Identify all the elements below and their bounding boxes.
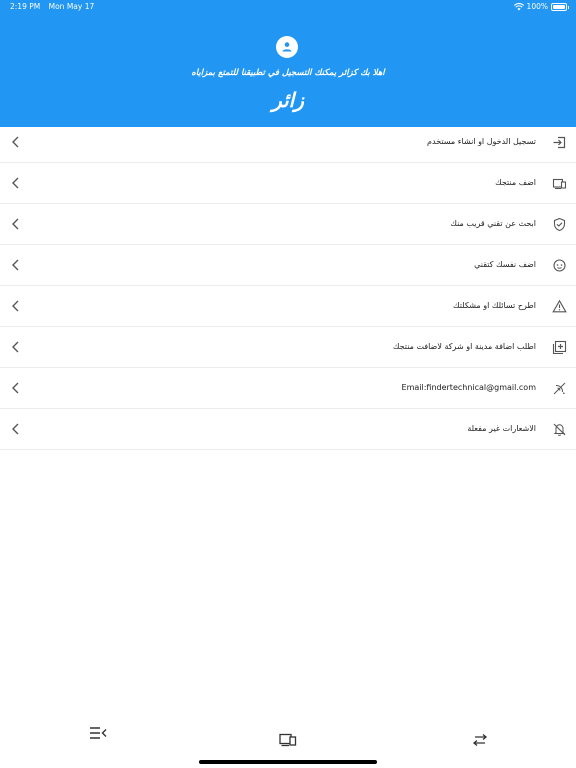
menu-item-label: تسجيل الدخول او انشاء مستخدم — [427, 137, 536, 146]
menu-item-label: ابحث عن تقني قريب منك — [450, 219, 536, 228]
menu-item-add-technician[interactable]: اضف نفسك كتقني — [0, 245, 576, 286]
menu-item-add-product[interactable]: اضف منتجك — [0, 163, 576, 204]
menu-item-email[interactable]: Email:findertechnical@gmail.com — [0, 368, 576, 409]
chevron-left-icon — [12, 423, 19, 435]
battery-icon — [551, 3, 569, 11]
menu-item-request-city[interactable]: اطلب اضافة مدينة او شركة لاضافت منتجك — [0, 327, 576, 368]
devices-icon[interactable] — [279, 733, 297, 747]
user-title: زائر — [272, 88, 304, 112]
add-box-icon — [552, 340, 567, 355]
face-icon — [553, 259, 566, 272]
battery-percent: 100% — [526, 2, 548, 11]
chevron-left-icon — [12, 136, 19, 148]
chevron-left-icon — [12, 259, 19, 271]
chevron-left-icon — [12, 300, 19, 312]
menu-item-label: اطلب اضافة مدينة او شركة لاضافت منتجك — [392, 342, 536, 351]
chevron-left-icon — [12, 177, 19, 189]
menu-item-label: اطرح تسائلك او مشكلتك — [453, 301, 536, 310]
shield-icon — [553, 217, 566, 232]
status-date: Mon May 17 — [48, 2, 95, 11]
status-bar: 2:19 PM Mon May 17 100% — [0, 0, 576, 14]
welcome-text: اهلا بك كزائر يمكنك التسجيل في تطبيقنا ل… — [191, 68, 385, 78]
menu-item-label: اضف منتجك — [495, 178, 536, 187]
status-time: 2:19 PM — [10, 2, 41, 11]
chevron-left-icon — [12, 341, 19, 353]
menu-item-find-technician[interactable]: ابحث عن تقني قريب منك — [0, 204, 576, 245]
menu-icon[interactable] — [89, 726, 107, 740]
email-signal-icon — [553, 382, 566, 395]
menu-item-label: اضف نفسك كتقني — [474, 260, 536, 269]
swap-icon[interactable] — [471, 733, 489, 747]
menu-list: تسجيل الدخول او انشاء مستخدم اضف منتجك ا… — [0, 122, 576, 450]
person-icon — [282, 42, 292, 52]
menu-item-notifications[interactable]: الاشعارات غير مفعلة — [0, 409, 576, 450]
chevron-left-icon — [12, 218, 19, 230]
menu-item-label: الاشعارات غير مفعلة — [467, 424, 536, 433]
avatar[interactable] — [276, 36, 298, 58]
login-icon — [553, 136, 566, 149]
warning-icon — [552, 299, 567, 313]
devices-icon — [552, 178, 567, 190]
notifications-off-icon — [553, 423, 566, 436]
header: 2:19 PM Mon May 17 100% اهلا بك كزائر يم… — [0, 0, 576, 127]
wifi-icon — [513, 3, 524, 11]
menu-item-label: Email:findertechnical@gmail.com — [401, 383, 536, 392]
menu-item-ask-question[interactable]: اطرح تسائلك او مشكلتك — [0, 286, 576, 327]
home-indicator — [199, 760, 377, 764]
chevron-left-icon — [12, 382, 19, 394]
menu-item-login[interactable]: تسجيل الدخول او انشاء مستخدم — [0, 122, 576, 163]
